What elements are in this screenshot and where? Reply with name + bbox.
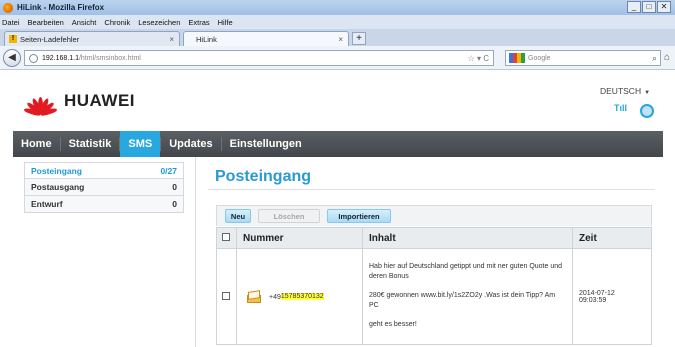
sidebar-item-outbox[interactable]: Postausgang 0 bbox=[24, 179, 184, 196]
number-cell: +4915785370132 bbox=[236, 248, 363, 345]
home-icon[interactable]: ⌂ bbox=[664, 52, 670, 63]
sidebar-item-label: Postausgang bbox=[31, 182, 85, 192]
logo-text: HUAWEI bbox=[64, 91, 135, 110]
tab-hilink[interactable]: HiLink × bbox=[183, 31, 349, 46]
tab-label: HiLink bbox=[196, 34, 217, 44]
unread-envelope-icon bbox=[247, 289, 261, 303]
main-nav: Home Statistik SMS Updates Einstellungen bbox=[13, 131, 663, 157]
nav-updates[interactable]: Updates bbox=[161, 131, 220, 157]
warning-icon: ! bbox=[9, 35, 17, 43]
window-titlebar: HiLink - Mozilla Firefox _ □ ✕ bbox=[0, 0, 675, 15]
url-path: /html/smsinbox.html bbox=[78, 54, 141, 62]
message-date: 2014-07-12 bbox=[579, 289, 615, 297]
row-select-cell bbox=[216, 248, 237, 345]
url-host: 192.168.1.1 bbox=[42, 54, 79, 62]
chevron-down-icon: ▼ bbox=[644, 90, 651, 96]
tab-close-button[interactable]: × bbox=[169, 35, 174, 44]
menu-file[interactable]: Datei bbox=[2, 18, 20, 27]
google-icon[interactable] bbox=[509, 53, 525, 63]
menu-view[interactable]: Ansicht bbox=[72, 18, 97, 27]
sidebar-item-drafts[interactable]: Entwurf 0 bbox=[24, 196, 184, 213]
sidebar-item-count: 0 bbox=[172, 199, 177, 209]
import-button[interactable]: Importieren bbox=[327, 209, 391, 223]
table-row[interactable]: +4915785370132 Hab hier auf Deutschland … bbox=[216, 248, 652, 345]
new-message-button[interactable]: Neu bbox=[225, 209, 251, 223]
search-placeholder: Google bbox=[528, 54, 551, 62]
firefox-logo-icon bbox=[3, 2, 13, 13]
tab-label: Seiten-Ladefehler bbox=[20, 34, 80, 44]
tab-close-button[interactable]: × bbox=[338, 35, 343, 44]
title-underline bbox=[208, 189, 655, 190]
tab-bar: ! Seiten-Ladefehler × HiLink × + bbox=[0, 29, 675, 46]
select-all-cell bbox=[216, 227, 237, 249]
huawei-logo: HUAWEI bbox=[22, 88, 135, 117]
select-all-checkbox[interactable] bbox=[222, 232, 230, 241]
maximize-button[interactable]: □ bbox=[642, 1, 656, 13]
nav-home[interactable]: Home bbox=[13, 131, 60, 157]
inbox-toolbar: Neu Löschen Importieren bbox=[216, 205, 652, 226]
message-text: geht es besser! bbox=[369, 321, 417, 328]
sidebar-item-label: Entwurf bbox=[31, 199, 63, 209]
message-table: Nummer Inhalt Zeit +4915785370132 Hab hi… bbox=[216, 227, 652, 345]
page-title: Posteingang bbox=[215, 168, 312, 185]
signal-strength-icon: Tıll bbox=[614, 103, 627, 113]
search-box[interactable]: Google ⌕ bbox=[505, 50, 661, 66]
search-icon[interactable]: ⌕ bbox=[652, 53, 657, 64]
menu-bookmarks[interactable]: Lesezeichen bbox=[138, 18, 180, 27]
nav-einstellungen[interactable]: Einstellungen bbox=[222, 131, 310, 157]
sidebar-item-count: 0 bbox=[172, 182, 177, 192]
message-text: Hab hier auf Deutschland getippt und mit… bbox=[369, 263, 563, 280]
window-controls: _ □ ✕ bbox=[627, 1, 671, 13]
new-tab-button[interactable]: + bbox=[352, 32, 366, 45]
url-bar[interactable]: 192.168.1.1 /html/smsinbox.html ☆ ▾ C bbox=[24, 50, 494, 66]
message-text: 280€ gewonnen www.bit.ly/1s2ZO2y .Was is… bbox=[369, 292, 556, 309]
content-divider bbox=[195, 157, 196, 347]
minimize-button[interactable]: _ bbox=[627, 1, 641, 13]
url-controls[interactable]: ☆ ▾ C bbox=[468, 54, 489, 63]
nav-statistik[interactable]: Statistik bbox=[61, 131, 120, 157]
message-time: 09:03:59 bbox=[579, 296, 607, 304]
tab-load-error[interactable]: ! Seiten-Ladefehler × bbox=[4, 31, 180, 46]
menu-bar: Datei Bearbeiten Ansicht Chronik Lesezei… bbox=[0, 15, 675, 29]
sidebar-item-label: Posteingang bbox=[31, 165, 83, 176]
row-checkbox[interactable] bbox=[222, 291, 230, 300]
time-cell: 2014-07-12 09:03:59 bbox=[572, 248, 652, 345]
content-cell: Hab hier auf Deutschland getippt und mit… bbox=[362, 248, 573, 345]
navigation-bar: ◀ 192.168.1.1 /html/smsinbox.html ☆ ▾ C … bbox=[0, 46, 675, 70]
menu-history[interactable]: Chronik bbox=[104, 18, 130, 27]
window-title: HiLink - Mozilla Firefox bbox=[17, 3, 105, 12]
table-header-row: Nummer Inhalt Zeit bbox=[216, 227, 652, 249]
globe-icon[interactable] bbox=[640, 104, 654, 118]
huawei-petals-icon bbox=[22, 88, 58, 117]
column-header-content: Inhalt bbox=[362, 227, 573, 249]
column-header-number: Nummer bbox=[236, 227, 363, 249]
sidebar-item-count: 0/27 bbox=[160, 165, 177, 176]
menu-help[interactable]: Hilfe bbox=[218, 18, 233, 27]
number-highlighted: 15785370132 bbox=[280, 293, 324, 301]
menu-edit[interactable]: Bearbeiten bbox=[28, 18, 64, 27]
language-selector[interactable]: DEUTSCH ▼ bbox=[600, 86, 650, 96]
close-window-button[interactable]: ✕ bbox=[657, 1, 671, 13]
site-identity-icon[interactable] bbox=[29, 53, 38, 63]
language-label: DEUTSCH bbox=[600, 86, 642, 96]
column-header-time: Zeit bbox=[572, 227, 652, 249]
nav-sms[interactable]: SMS bbox=[120, 131, 161, 157]
sms-sidebar: Posteingang 0/27 Postausgang 0 Entwurf 0 bbox=[24, 162, 184, 213]
menu-tools[interactable]: Extras bbox=[188, 18, 209, 27]
number-prefix: +49 bbox=[269, 293, 281, 301]
back-button[interactable]: ◀ bbox=[3, 49, 21, 67]
delete-button[interactable]: Löschen bbox=[258, 209, 320, 223]
sidebar-item-inbox[interactable]: Posteingang 0/27 bbox=[24, 162, 184, 179]
